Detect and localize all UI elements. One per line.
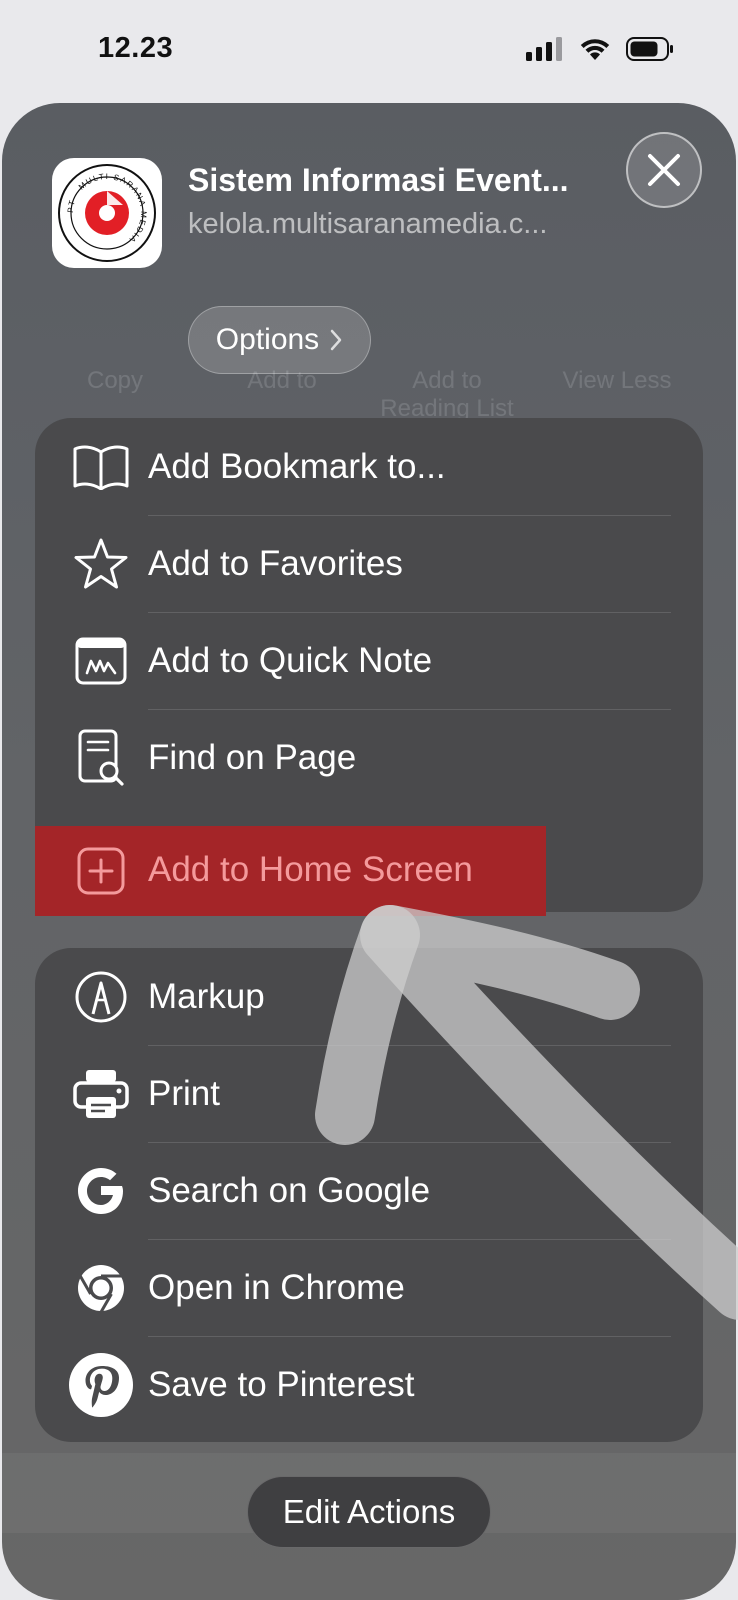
battery-icon bbox=[626, 37, 673, 61]
find-on-page-icon bbox=[71, 728, 131, 788]
action-search-google[interactable]: Search on Google bbox=[35, 1142, 703, 1240]
signal-icon bbox=[526, 37, 562, 61]
pinterest-icon bbox=[65, 1349, 137, 1421]
action-label: Print bbox=[148, 1074, 220, 1113]
chrome-icon bbox=[71, 1258, 131, 1318]
action-add-favorites[interactable]: Add to Favorites bbox=[35, 515, 703, 613]
status-time: 12.23 bbox=[98, 32, 174, 64]
action-print[interactable]: Print bbox=[35, 1045, 703, 1143]
book-icon bbox=[71, 437, 131, 497]
site-logo: PT · MULTI SARANA MEDIA bbox=[52, 158, 162, 268]
action-label: Find on Page bbox=[148, 738, 357, 777]
wifi-icon bbox=[580, 39, 610, 60]
actions-group-2: Markup Print Search on Google Open in Ch… bbox=[35, 948, 703, 1442]
action-label: Add Bookmark to... bbox=[148, 447, 446, 486]
add-square-icon bbox=[71, 841, 131, 901]
action-label: Open in Chrome bbox=[148, 1268, 405, 1307]
chevron-right-icon bbox=[330, 329, 342, 351]
action-add-to-home-screen[interactable]: Add to Home Screen bbox=[35, 826, 546, 916]
site-title: Sistem Informasi Event... bbox=[188, 162, 569, 198]
quick-note-icon bbox=[71, 631, 131, 691]
markup-icon bbox=[71, 967, 131, 1027]
status-bar: 12.23 bbox=[0, 0, 738, 100]
close-button[interactable] bbox=[626, 132, 702, 208]
action-save-pinterest[interactable]: Save to Pinterest bbox=[35, 1336, 703, 1434]
background-actions: Copy Add to Add to Reading List View Les… bbox=[2, 263, 736, 443]
edit-actions-label: Edit Actions bbox=[282, 1493, 456, 1530]
action-label: Search on Google bbox=[148, 1171, 431, 1210]
background-action-copy: Copy bbox=[86, 367, 144, 394]
status-icons bbox=[526, 36, 674, 62]
action-label: Add to Home Screen bbox=[148, 850, 473, 889]
site-url: kelola.multisaranamedia.c... bbox=[188, 208, 548, 240]
action-label: Add to Favorites bbox=[148, 544, 403, 583]
action-label: Markup bbox=[148, 977, 265, 1016]
background-action-reading-list: Add to Reading List bbox=[380, 367, 514, 422]
action-add-bookmark[interactable]: Add Bookmark to... bbox=[35, 418, 703, 516]
printer-icon bbox=[71, 1064, 131, 1124]
action-find-on-page[interactable]: Find on Page bbox=[35, 709, 703, 807]
google-icon bbox=[71, 1161, 131, 1221]
close-icon bbox=[648, 154, 680, 186]
action-add-quick-note[interactable]: Add to Quick Note bbox=[35, 612, 703, 710]
options-label: Options bbox=[215, 323, 320, 356]
action-label: Add to Quick Note bbox=[148, 641, 433, 680]
options-button[interactable]: Options bbox=[188, 306, 371, 374]
background-action-view-less: View Less bbox=[562, 367, 672, 394]
action-markup[interactable]: Markup bbox=[35, 948, 703, 1046]
action-open-chrome[interactable]: Open in Chrome bbox=[35, 1239, 703, 1337]
star-icon bbox=[71, 534, 131, 594]
multi-sarana-media-logo: PT · MULTI SARANA MEDIA bbox=[58, 164, 156, 262]
action-label: Save to Pinterest bbox=[148, 1365, 415, 1404]
edit-actions-button[interactable]: Edit Actions bbox=[247, 1476, 491, 1548]
